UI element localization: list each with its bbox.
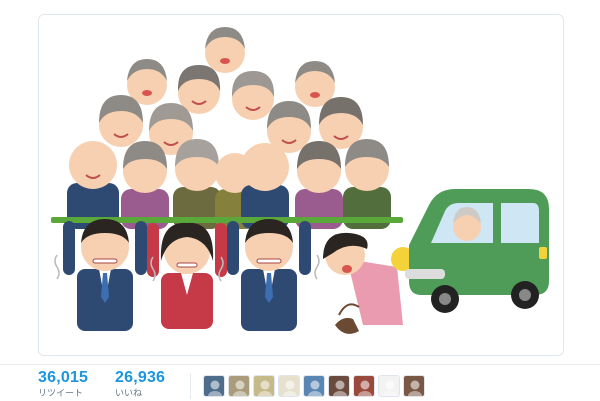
retweet-count[interactable]: 36,015 [38,369,88,387]
tweet-stats-bar: 36,015 リツイート 26,936 いいね [0,364,600,401]
avatar-2-icon[interactable] [228,375,250,397]
like-stat[interactable]: 26,936 いいね [115,369,165,400]
avatar-7-icon[interactable] [353,375,375,397]
retweet-stat[interactable]: 36,015 リツイート [38,369,88,400]
avatar-6-icon[interactable] [328,375,350,397]
elderly-crowd [67,27,391,229]
avatar-1-icon[interactable] [203,375,225,397]
liker-avatars [203,375,425,399]
green-car [405,189,549,313]
retweet-label: リツイート [38,389,84,399]
avatar-4-icon[interactable] [278,375,300,397]
woman-pedestrian [323,232,415,334]
workers [54,219,320,331]
like-count[interactable]: 26,936 [115,369,165,387]
tweet-media-image[interactable] [38,14,564,356]
avatar-9-icon[interactable] [403,375,425,397]
avatar-8-icon[interactable] [378,375,400,397]
avatar-5-icon[interactable] [303,375,325,397]
avatar-3-icon[interactable] [253,375,275,397]
illustration-elderly-crowd-carried-by-workers-icon [51,27,549,334]
like-label: いいね [115,389,143,399]
stats-divider [190,373,191,399]
